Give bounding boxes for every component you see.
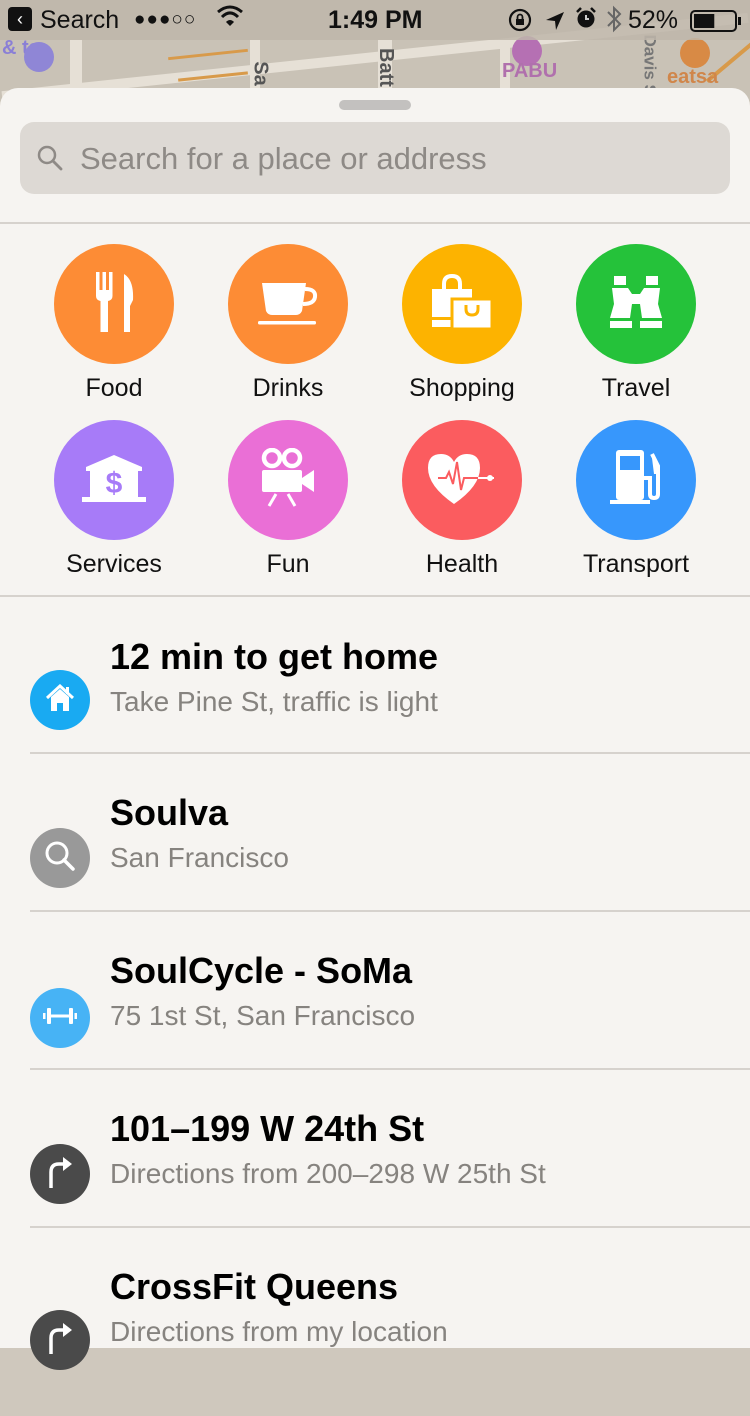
category-shopping-circle	[402, 244, 522, 364]
category-transport-circle	[576, 420, 696, 540]
category-label: Shopping	[409, 374, 515, 402]
restaurant-poi-icon[interactable]	[680, 38, 710, 68]
bluetooth-icon	[606, 5, 622, 40]
category-label: Services	[66, 550, 162, 578]
turn-right-arrow-icon	[47, 1320, 73, 1361]
map-label: Sa	[249, 61, 272, 86]
alarm-icon	[575, 7, 597, 36]
sheet-grabber-handle[interactable]	[339, 100, 411, 110]
shopping-bags-icon	[430, 273, 494, 335]
status-bar: ‹ Search ●●●○○ 1:49 PM 52%	[0, 0, 750, 40]
turn-right-arrow-icon	[47, 1154, 73, 1195]
suggestion-title: 12 min to get home	[110, 636, 439, 677]
category-label: Health	[425, 550, 499, 578]
suggestion-row-crossfit[interactable]: CrossFit Queens Directions from my locat…	[0, 1260, 750, 1416]
battery-icon	[690, 10, 742, 39]
map-label: eatsa	[667, 66, 719, 88]
suggestion-subtitle: San Francisco	[110, 842, 289, 873]
coffee-cup-icon	[256, 277, 320, 332]
category-shopping[interactable]: Shopping	[375, 244, 549, 403]
category-transport[interactable]: Transport	[549, 420, 723, 579]
suggestion-title: SoulCycle - SoMa	[110, 950, 413, 991]
category-health-circle	[402, 420, 522, 540]
suggestion-row-soulcycle[interactable]: SoulCycle - SoMa 75 1st St, San Francisc…	[0, 944, 750, 1100]
suggestion-icon-circle	[30, 1144, 90, 1204]
search-bar[interactable]	[20, 122, 730, 194]
category-food[interactable]: Food	[27, 244, 201, 403]
suggestion-row-soulva[interactable]: Soulva San Francisco	[0, 786, 750, 942]
category-drinks-circle	[228, 244, 348, 364]
fork-knife-icon	[84, 270, 144, 339]
wifi-icon	[216, 4, 244, 35]
home-icon	[45, 683, 75, 717]
signal-strength: ●●●○○	[134, 9, 197, 30]
rotation-lock-icon	[508, 8, 532, 39]
category-label: Transport	[582, 550, 690, 578]
gas-pump-icon	[608, 448, 664, 513]
category-label: Food	[85, 374, 143, 402]
category-fun[interactable]: Fun	[201, 420, 375, 579]
category-travel[interactable]: Travel	[549, 244, 723, 403]
dumbbell-icon	[43, 1006, 77, 1031]
back-arrow-icon[interactable]: ‹	[8, 7, 32, 31]
divider	[30, 1226, 750, 1228]
suggestion-icon-circle	[30, 988, 90, 1048]
map-label: PABU	[502, 60, 558, 82]
category-label: Drinks	[252, 374, 324, 402]
back-to-app-link[interactable]: Search	[40, 6, 119, 35]
map-label: Batt	[374, 48, 397, 87]
hotel-poi-icon[interactable]	[24, 42, 54, 72]
suggestion-subtitle: Directions from my location	[110, 1316, 448, 1347]
suggestion-title: Soulva	[110, 792, 229, 833]
binoculars-icon	[608, 274, 664, 335]
location-arrow-icon	[545, 9, 565, 38]
divider	[30, 910, 750, 912]
category-fun-circle	[228, 420, 348, 540]
divider	[0, 595, 750, 597]
map-road	[168, 48, 248, 61]
suggestion-icon-circle	[30, 670, 90, 730]
suggestion-subtitle: 75 1st St, San Francisco	[110, 1000, 416, 1031]
divider	[0, 222, 750, 224]
suggestion-subtitle: Take Pine St, traffic is light	[110, 686, 438, 717]
suggestion-title: CrossFit Queens	[110, 1266, 399, 1307]
category-travel-circle	[576, 244, 696, 364]
svg-text:$: $	[106, 467, 123, 500]
search-icon	[36, 144, 64, 177]
suggestion-title: 101–199 W 24th St	[110, 1108, 425, 1149]
battery-percentage: 52%	[628, 6, 679, 34]
suggestion-subtitle: Directions from 200–298 W 25th St	[110, 1158, 546, 1189]
movie-camera-icon	[258, 447, 318, 513]
category-drinks[interactable]: Drinks	[201, 244, 375, 403]
suggestion-row-w24th[interactable]: 101–199 W 24th St Directions from 200–29…	[0, 1102, 750, 1258]
divider	[30, 752, 750, 754]
category-services-circle: $	[54, 420, 174, 540]
suggestion-icon-circle	[30, 1310, 90, 1370]
category-services[interactable]: $ Services	[27, 420, 201, 579]
category-label: Fun	[266, 550, 310, 578]
suggestion-icon-circle	[30, 828, 90, 888]
search-input[interactable]	[78, 132, 722, 186]
category-health[interactable]: Health	[375, 420, 549, 579]
divider	[30, 1068, 750, 1070]
clock: 1:49 PM	[328, 6, 423, 34]
search-icon	[43, 839, 77, 878]
category-food-circle	[54, 244, 174, 364]
bank-dollar-icon: $	[82, 453, 146, 508]
heart-pulse-icon	[426, 450, 498, 511]
search-sheet: Food Drinks Shopping Tr	[0, 88, 750, 1370]
category-label: Travel	[601, 374, 671, 402]
suggestion-row-home[interactable]: 12 min to get home Take Pine St, traffic…	[0, 628, 750, 784]
